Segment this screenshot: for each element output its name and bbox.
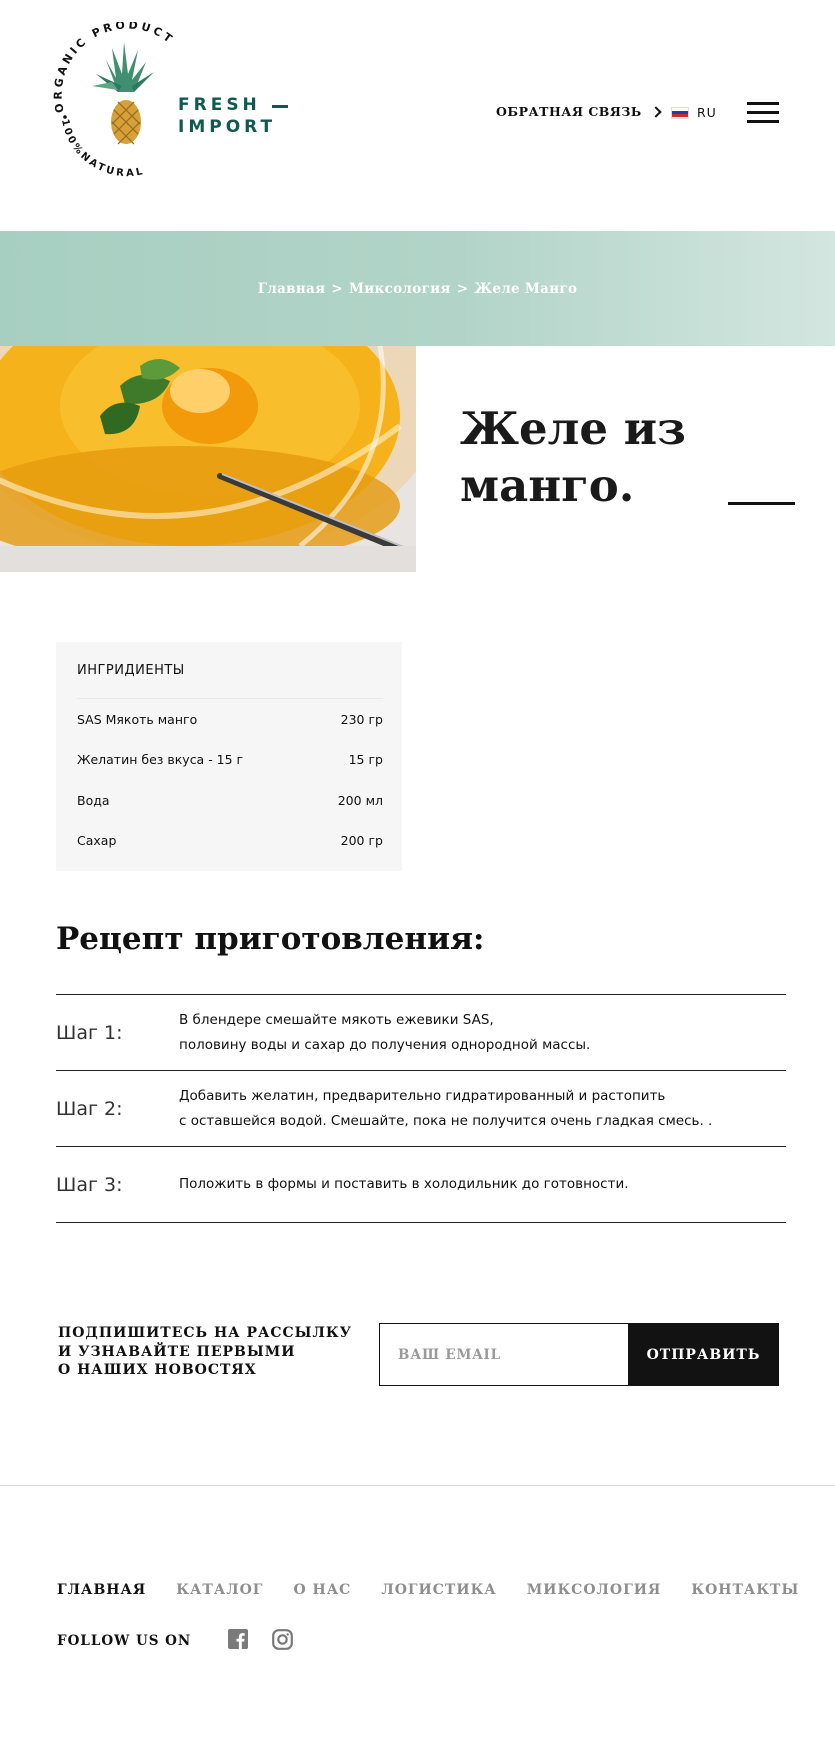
breadcrumb-separator: > — [331, 280, 343, 297]
page-title: Желе из манго. — [460, 400, 760, 514]
ingredient-amount: 200 мл — [337, 792, 383, 808]
breadcrumb-home[interactable]: Главная — [258, 281, 326, 297]
ingredient-row: SAS Мякоть манго 230 гр — [77, 699, 383, 740]
step-text: Положить в формы и поставить в холодильн… — [179, 1172, 629, 1197]
subscribe-line3: О НАШИХ НОВОСТЯХ — [58, 1362, 257, 1378]
step-text: В блендере смешайте мякоть ежевики SAS, … — [179, 1008, 590, 1058]
follow-us-label: FOLLOW US ON — [57, 1633, 192, 1649]
subscribe-form: ОТПРАВИТЬ — [379, 1323, 779, 1386]
russia-flag-icon — [671, 106, 689, 119]
ingredient-name: Желатин без вкуса - 15 г — [77, 752, 244, 768]
ingredient-name: Вода — [77, 792, 110, 808]
step-label: Шаг 1: — [56, 1021, 123, 1044]
logo-emblem: ORGANIC PRODUCT 100%NATURAL — [52, 22, 177, 179]
ingredient-amount: 200 гр — [340, 833, 383, 849]
ingredient-name: SAS Мякоть манго — [77, 711, 198, 727]
page-title-line1: Желе из — [460, 402, 686, 455]
ingredient-name: Сахар — [77, 833, 117, 849]
svg-text:ORGANIC PRODUCT: ORGANIC PRODUCT — [52, 22, 177, 114]
recipe-step: Шаг 3: Положить в формы и поставить в хо… — [56, 1147, 786, 1223]
breadcrumb: Главная > Миксология > Желе Манго — [258, 281, 578, 297]
ingredient-row: Вода 200 мл — [77, 780, 383, 821]
ingredient-row: Желатин без вкуса - 15 г 15 гр — [77, 740, 383, 781]
title-accent-line — [728, 502, 795, 505]
feedback-label: ОБРАТНАЯ СВЯЗЬ — [496, 104, 642, 119]
footer-nav-home[interactable]: ГЛАВНАЯ — [57, 1582, 146, 1598]
step-text-line2: половину воды и сахар до получения однор… — [179, 1036, 591, 1053]
breadcrumb-separator: > — [456, 280, 469, 297]
mango-jelly-photo — [0, 346, 416, 572]
ingredient-amount: 15 гр — [348, 752, 383, 768]
step-text-line1: Положить в формы и поставить в холодильн… — [179, 1176, 629, 1192]
step-label: Шаг 2: — [56, 1097, 123, 1120]
language-label: RU — [697, 105, 717, 120]
step-text-line1: Добавить желатин, предварительно гидрати… — [179, 1087, 666, 1104]
footer-nav-about[interactable]: О НАС — [293, 1582, 351, 1598]
footer-nav-mixology[interactable]: МИКСОЛОГИЯ — [527, 1582, 662, 1598]
step-label: Шаг 3: — [56, 1173, 123, 1196]
step-text: Добавить желатин, предварительно гидрати… — [179, 1084, 712, 1134]
chevron-right-icon — [650, 106, 662, 118]
footer-nav-contacts[interactable]: КОНТАКТЫ — [691, 1582, 799, 1598]
subscribe-button[interactable]: ОТПРАВИТЬ — [628, 1323, 779, 1386]
facebook-icon[interactable] — [228, 1629, 250, 1651]
logo-word-import: IMPORT — [178, 117, 277, 137]
subscribe-line2: И УЗНАВАЙТЕ ПЕРВЫМИ — [58, 1343, 296, 1360]
logo-arc-top-text: ORGANIC PRODUCT — [52, 22, 174, 114]
site-header: ORGANIC PRODUCT 100%NATURAL FRESH IMPORT… — [0, 0, 835, 231]
instagram-icon[interactable] — [272, 1629, 294, 1651]
step-text-line2: с оставшейся водой. Смешайте, пока не по… — [179, 1112, 713, 1129]
breadcrumb-mixology[interactable]: Миксология — [349, 281, 451, 297]
footer-nav: ГЛАВНАЯ КАТАЛОГ О НАС ЛОГИСТИКА МИКСОЛОГ… — [57, 1582, 799, 1598]
footer-divider — [0, 1485, 835, 1486]
ingredient-row: Сахар 200 гр — [77, 821, 383, 862]
email-field[interactable] — [379, 1323, 628, 1386]
ingredient-amount: 230 гр — [340, 711, 383, 727]
fresh-import-logo[interactable]: ORGANIC PRODUCT 100%NATURAL FRESH IMPORT — [52, 22, 292, 202]
footer-nav-logistics[interactable]: ЛОГИСТИКА — [381, 1582, 496, 1598]
subscribe-text: ПОДПИШИТЕСЬ НА РАССЫЛКУ И УЗНАВАЙТЕ ПЕРВ… — [58, 1324, 352, 1380]
logo-word-fresh: FRESH — [178, 95, 261, 115]
language-selector[interactable]: RU — [671, 105, 717, 120]
breadcrumb-banner: Главная > Миксология > Желе Манго — [0, 231, 835, 346]
recipe-steps: Шаг 1: В блендере смешайте мякоть ежевик… — [56, 994, 786, 1223]
recipe-title: Рецепт приготовления: — [56, 921, 485, 957]
page-title-line2: манго. — [460, 459, 635, 512]
ingredients-title: ИНГРИДИЕНТЫ — [77, 662, 383, 699]
step-text-line1: В блендере смешайте мякоть ежевики SAS, — [179, 1011, 494, 1028]
hamburger-menu-icon[interactable] — [747, 102, 779, 124]
recipe-step: Шаг 2: Добавить желатин, предварительно … — [56, 1071, 786, 1147]
ingredients-card: ИНГРИДИЕНТЫ SAS Мякоть манго 230 гр Жела… — [56, 642, 402, 871]
feedback-link[interactable]: ОБРАТНАЯ СВЯЗЬ — [496, 104, 662, 119]
footer-nav-catalog[interactable]: КАТАЛОГ — [176, 1582, 263, 1598]
pineapple-icon — [92, 42, 154, 145]
recipe-step: Шаг 1: В блендере смешайте мякоть ежевик… — [56, 995, 786, 1071]
subscribe-line1: ПОДПИШИТЕСЬ НА РАССЫЛКУ — [58, 1325, 352, 1341]
breadcrumb-current: Желе Манго — [474, 280, 578, 297]
logo-dash — [272, 105, 288, 108]
